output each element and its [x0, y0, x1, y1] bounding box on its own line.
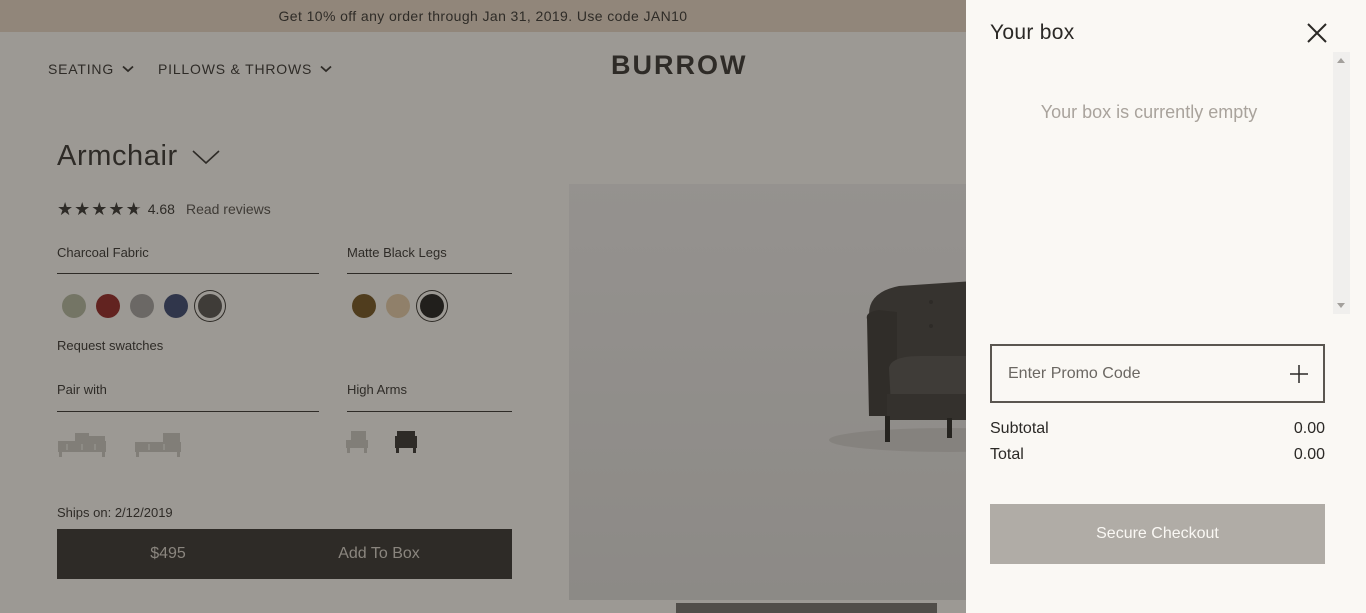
- empty-cart-message: Your box is currently empty: [1040, 102, 1258, 122]
- cart-title: Your box: [990, 21, 1075, 44]
- total-label: Total: [990, 446, 1024, 463]
- subtotal-value: 0.00: [1293, 420, 1325, 437]
- total-value: 0.00: [1293, 446, 1325, 463]
- cart-scrollbar[interactable]: [1333, 52, 1350, 314]
- subtotal-label: Subtotal: [990, 420, 1049, 437]
- checkout-button-label: Secure Checkout: [1096, 525, 1219, 542]
- modal-overlay[interactable]: [0, 0, 966, 613]
- secure-checkout-button[interactable]: Secure Checkout: [990, 504, 1325, 564]
- total-row: Total 0.00: [990, 446, 1325, 464]
- subtotal-row: Subtotal 0.00: [990, 420, 1325, 438]
- cart-drawer: Your box Your box is currently empty Sub…: [966, 0, 1366, 613]
- plus-icon[interactable]: [1289, 364, 1309, 384]
- promo-code-input[interactable]: [1008, 364, 1268, 383]
- close-icon[interactable]: [1306, 22, 1328, 44]
- scroll-down-icon[interactable]: [1337, 303, 1345, 308]
- promo-code-field[interactable]: [990, 344, 1325, 403]
- scroll-up-icon[interactable]: [1337, 58, 1345, 63]
